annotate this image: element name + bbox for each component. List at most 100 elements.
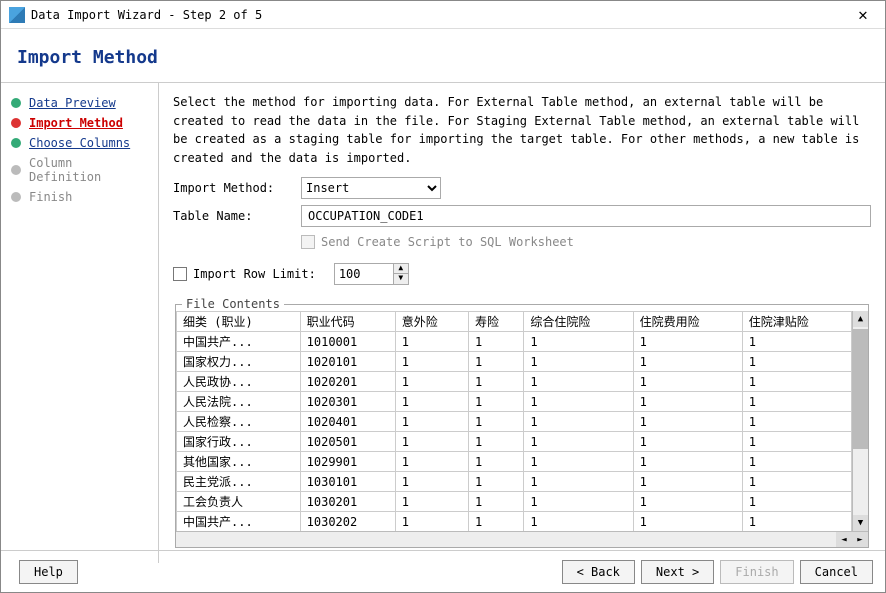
table-cell: 1 xyxy=(469,372,524,392)
column-header[interactable]: 综合住院险 xyxy=(524,312,633,332)
table-cell: 1 xyxy=(469,512,524,532)
step-data-preview[interactable]: Data Preview xyxy=(1,93,158,113)
table-cell: 1 xyxy=(395,392,468,412)
scroll-down-icon[interactable]: ▼ xyxy=(853,515,868,531)
table-cell: 1020201 xyxy=(300,372,395,392)
table-cell: 1 xyxy=(524,452,633,472)
column-header[interactable]: 职业代码 xyxy=(300,312,395,332)
send-script-label: Send Create Script to SQL Worksheet xyxy=(321,235,574,249)
table-row[interactable]: 其他国家...102990111111 xyxy=(177,452,852,472)
table-cell: 1 xyxy=(633,452,742,472)
table-cell: 1010001 xyxy=(300,332,395,352)
table-cell: 1 xyxy=(633,332,742,352)
table-cell: 1 xyxy=(395,512,468,532)
row-limit-checkbox[interactable] xyxy=(173,267,187,281)
table-row[interactable]: 国家权力...102010111111 xyxy=(177,352,852,372)
column-header[interactable]: 住院津贴险 xyxy=(742,312,851,332)
table-cell: 1 xyxy=(395,492,468,512)
vertical-scrollbar[interactable]: ▲ ▼ xyxy=(852,311,868,531)
wizard-steps-sidebar: Data Preview Import Method Choose Column… xyxy=(1,83,159,563)
table-cell: 1 xyxy=(524,352,633,372)
table-cell: 1 xyxy=(742,432,851,452)
table-cell: 1 xyxy=(395,452,468,472)
column-header[interactable]: 寿险 xyxy=(469,312,524,332)
table-cell: 1 xyxy=(395,472,468,492)
file-contents-legend: File Contents xyxy=(182,297,284,311)
step-bullet-icon xyxy=(11,192,21,202)
column-header[interactable]: 住院费用险 xyxy=(633,312,742,332)
page-header: Import Method xyxy=(1,29,885,83)
column-header[interactable]: 意外险 xyxy=(395,312,468,332)
step-label: Column Definition xyxy=(29,156,150,184)
table-row[interactable]: 人民法院...102030111111 xyxy=(177,392,852,412)
table-cell: 1 xyxy=(524,512,633,532)
close-button[interactable]: ✕ xyxy=(849,5,877,24)
table-row[interactable]: 中国共产...101000111111 xyxy=(177,332,852,352)
table-cell: 1 xyxy=(742,492,851,512)
row-limit-row: Import Row Limit: ▲ ▼ xyxy=(173,263,871,285)
hscroll-track[interactable] xyxy=(176,532,836,547)
table-cell: 人民检察... xyxy=(177,412,301,432)
page-title: Import Method xyxy=(17,47,158,68)
table-cell: 1 xyxy=(395,332,468,352)
step-bullet-icon xyxy=(11,138,21,148)
back-button[interactable]: < Back xyxy=(562,560,635,584)
table-cell: 1 xyxy=(742,472,851,492)
table-row[interactable]: 国家行政...102050111111 xyxy=(177,432,852,452)
table-area: 细类 (职业)职业代码意外险寿险综合住院险住院费用险住院津贴险 中国共产...1… xyxy=(176,311,852,531)
table-cell: 1 xyxy=(524,332,633,352)
table-cell: 1 xyxy=(742,412,851,432)
table-cell: 民主党派... xyxy=(177,472,301,492)
cancel-button[interactable]: Cancel xyxy=(800,560,873,584)
next-button[interactable]: Next > xyxy=(641,560,714,584)
table-cell: 1 xyxy=(395,352,468,372)
table-cell: 1 xyxy=(469,352,524,372)
table-cell: 1 xyxy=(633,412,742,432)
table-scroll-area: 细类 (职业)职业代码意外险寿险综合住院险住院费用险住院津贴险 中国共产...1… xyxy=(176,311,868,531)
table-cell: 1 xyxy=(469,472,524,492)
import-method-select[interactable]: Insert xyxy=(301,177,441,199)
table-cell: 1 xyxy=(524,492,633,512)
table-cell: 1 xyxy=(524,472,633,492)
table-cell: 1020401 xyxy=(300,412,395,432)
table-cell: 1020301 xyxy=(300,392,395,412)
table-cell: 1 xyxy=(742,452,851,472)
step-choose-columns[interactable]: Choose Columns xyxy=(1,133,158,153)
row-limit-spinner: ▲ ▼ xyxy=(334,263,409,285)
file-contents-box: File Contents 细类 (职业)职业代码意外险寿险综合住院险住院费用险… xyxy=(175,297,869,548)
table-row[interactable]: 人民政协...102020111111 xyxy=(177,372,852,392)
help-button[interactable]: Help xyxy=(19,560,78,584)
table-row[interactable]: 人民检察...102040111111 xyxy=(177,412,852,432)
column-header[interactable]: 细类 (职业) xyxy=(177,312,301,332)
table-row[interactable]: 中国共产...103020211111 xyxy=(177,512,852,532)
spinner-down-icon[interactable]: ▼ xyxy=(394,274,408,284)
scroll-left-icon[interactable]: ◄ xyxy=(836,532,852,547)
table-cell: 1 xyxy=(469,452,524,472)
step-label: Finish xyxy=(29,190,72,204)
table-cell: 人民政协... xyxy=(177,372,301,392)
table-name-label: Table Name: xyxy=(173,209,301,223)
description-text: Select the method for importing data. Fo… xyxy=(173,93,871,167)
table-name-input[interactable] xyxy=(301,205,871,227)
scroll-up-icon[interactable]: ▲ xyxy=(853,311,868,327)
table-cell: 工会负责人 xyxy=(177,492,301,512)
step-column-definition: Column Definition xyxy=(1,153,158,187)
step-label: Choose Columns xyxy=(29,136,130,150)
row-limit-input[interactable] xyxy=(334,263,394,285)
table-cell: 1030101 xyxy=(300,472,395,492)
send-script-checkbox xyxy=(301,235,315,249)
table-cell: 国家行政... xyxy=(177,432,301,452)
horizontal-scrollbar[interactable]: ◄ ► xyxy=(176,531,868,547)
scroll-thumb[interactable] xyxy=(853,329,868,449)
table-cell: 1 xyxy=(633,352,742,372)
table-row[interactable]: 工会负责人103020111111 xyxy=(177,492,852,512)
table-row[interactable]: 民主党派...103010111111 xyxy=(177,472,852,492)
content-panel: Select the method for importing data. Fo… xyxy=(159,83,885,563)
scroll-right-icon[interactable]: ► xyxy=(852,532,868,547)
table-cell: 1 xyxy=(633,472,742,492)
table-cell: 其他国家... xyxy=(177,452,301,472)
table-cell: 1 xyxy=(469,412,524,432)
table-cell: 1 xyxy=(469,332,524,352)
step-import-method[interactable]: Import Method xyxy=(1,113,158,133)
step-bullet-icon xyxy=(11,165,21,175)
